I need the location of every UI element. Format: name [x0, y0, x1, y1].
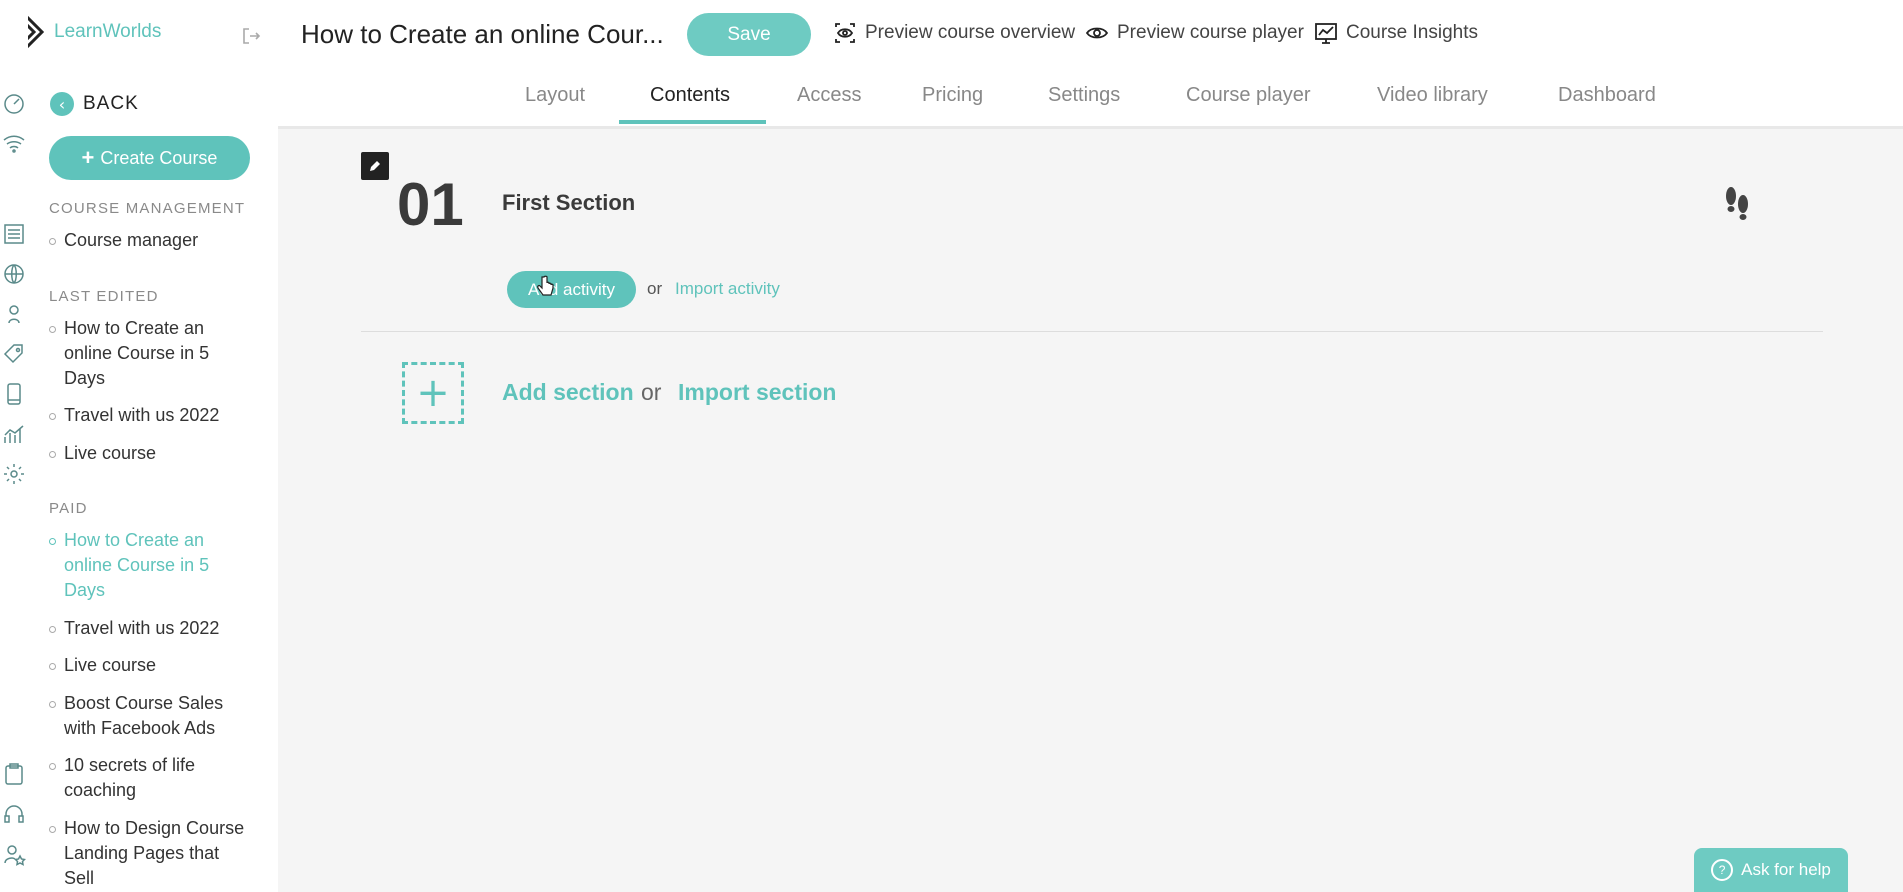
- paid-item[interactable]: Boost Course Sales with Facebook Ads: [49, 691, 254, 741]
- paid-item[interactable]: 10 secrets of life coaching: [49, 753, 254, 803]
- section-number: 01: [397, 171, 464, 238]
- create-course-label: Create Course: [100, 147, 218, 168]
- course-insights-label: Course Insights: [1346, 22, 1479, 43]
- mobile-icon[interactable]: [2, 382, 26, 406]
- tab-dashboard[interactable]: Dashboard: [1558, 84, 1656, 107]
- or-label: or: [647, 279, 663, 298]
- tab-layout[interactable]: Layout: [525, 84, 585, 107]
- tab-contents[interactable]: Contents: [650, 84, 730, 107]
- user-icon[interactable]: [2, 302, 26, 326]
- tag-icon[interactable]: [2, 342, 26, 366]
- ask-for-help-label: Ask for help: [1741, 860, 1831, 879]
- clipboard-icon[interactable]: [2, 762, 26, 786]
- import-section-link[interactable]: Import section: [678, 379, 836, 406]
- back-label: BACK: [83, 93, 139, 114]
- import-activity-link[interactable]: Import activity: [675, 279, 780, 299]
- or-label: or: [641, 379, 662, 405]
- paid-item[interactable]: How to Design Course Landing Pages that …: [49, 816, 254, 891]
- tab-pricing[interactable]: Pricing: [922, 84, 983, 107]
- question-icon: ?: [1711, 859, 1734, 881]
- last-edited-item[interactable]: Travel with us 2022: [49, 403, 254, 428]
- footsteps-icon[interactable]: [1721, 184, 1753, 224]
- wifi-icon[interactable]: [2, 131, 26, 155]
- main-content: [281, 129, 1903, 892]
- section-title[interactable]: First Section: [502, 190, 635, 216]
- paid-item[interactable]: Travel with us 2022: [49, 616, 254, 641]
- paid-item[interactable]: Live course: [49, 653, 254, 678]
- paid-item-active[interactable]: How to Create an online Course in 5 Days: [49, 528, 254, 603]
- tab-video-library[interactable]: Video library: [1377, 84, 1488, 107]
- logo-text: LearnWorlds: [54, 21, 162, 42]
- speedometer-icon[interactable]: [2, 91, 26, 115]
- globe-icon[interactable]: [2, 262, 26, 286]
- hand-cursor-icon: [536, 275, 554, 299]
- add-section-plus-icon[interactable]: +: [402, 362, 464, 424]
- course-title: How to Create an online Cour...: [301, 19, 664, 49]
- edit-pencil-icon[interactable]: [361, 152, 389, 180]
- top-bar: How to Create an online Cour... Save Pre…: [278, 0, 1903, 129]
- course-insights-link[interactable]: Course Insights: [1314, 21, 1478, 45]
- logo[interactable]: LearnWorlds: [28, 14, 161, 50]
- collapse-sidebar-icon[interactable]: [240, 25, 262, 47]
- ask-for-help-button[interactable]: ? Ask for help: [1694, 848, 1848, 892]
- tab-course-player[interactable]: Course player: [1186, 84, 1311, 107]
- document-icon[interactable]: [2, 222, 26, 246]
- preview-course-player-label: Preview course player: [1117, 22, 1304, 43]
- course-management-heading: COURSE MANAGEMENT: [49, 200, 246, 217]
- gear-icon[interactable]: [2, 462, 26, 486]
- last-edited-item[interactable]: How to Create an online Course in 5 Days: [49, 316, 254, 391]
- preview-eye-icon: [835, 23, 855, 43]
- paid-heading: PAID: [49, 500, 88, 517]
- headset-icon[interactable]: [2, 802, 26, 826]
- add-activity-button[interactable]: Add activity: [507, 271, 636, 308]
- section-divider: [361, 331, 1823, 332]
- tab-access[interactable]: Access: [797, 84, 861, 107]
- icon-rail: [0, 0, 28, 892]
- learnworlds-logo-icon: [28, 15, 44, 49]
- insights-chart-icon: [1315, 23, 1337, 44]
- last-edited-item[interactable]: Live course: [49, 441, 254, 466]
- sidebar-item-course-manager[interactable]: Course manager: [49, 228, 254, 253]
- sidebar: LearnWorlds ‹ BACK + Create Course COURS…: [28, 0, 278, 892]
- analytics-icon[interactable]: [2, 422, 26, 446]
- add-section-link[interactable]: Add section: [502, 379, 634, 406]
- preview-course-player-link[interactable]: Preview course player: [1085, 21, 1304, 45]
- back-button[interactable]: ‹ BACK: [50, 92, 139, 116]
- tab-settings[interactable]: Settings: [1048, 84, 1120, 107]
- user-star-icon[interactable]: [2, 842, 27, 866]
- eye-icon: [1085, 27, 1109, 39]
- preview-course-overview-link[interactable]: Preview course overview: [833, 21, 1075, 45]
- chevron-left-icon: ‹: [50, 92, 74, 116]
- active-tab-indicator: [619, 120, 766, 124]
- save-button[interactable]: Save: [687, 13, 811, 56]
- preview-course-overview-label: Preview course overview: [865, 22, 1076, 43]
- create-course-button[interactable]: + Create Course: [49, 136, 250, 180]
- last-edited-heading: LAST EDITED: [49, 288, 159, 305]
- plus-icon: +: [81, 145, 95, 170]
